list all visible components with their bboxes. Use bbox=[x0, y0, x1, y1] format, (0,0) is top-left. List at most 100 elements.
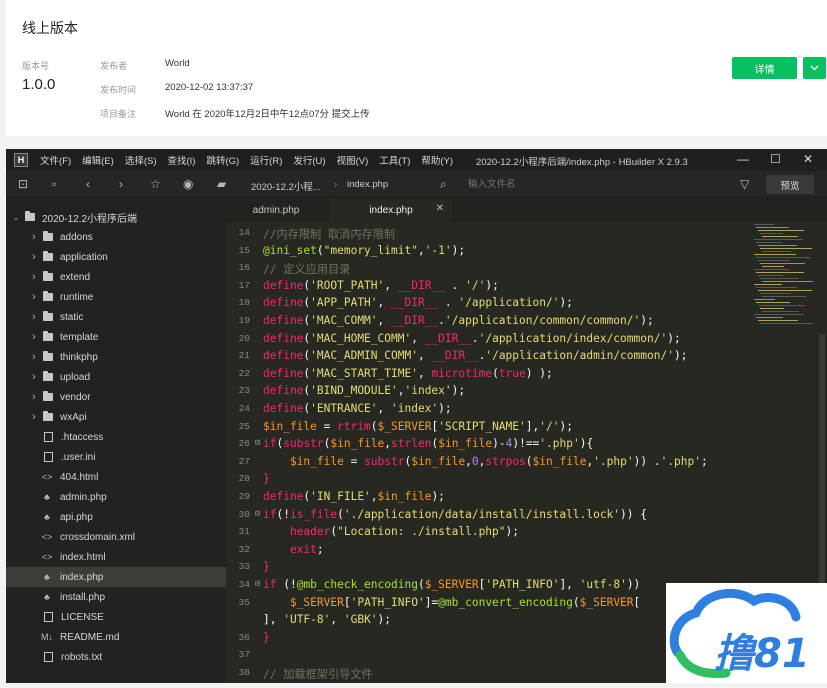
line-number: 31 bbox=[238, 526, 250, 538]
back-icon[interactable]: ‹ bbox=[86, 177, 90, 191]
code-token: '.php' bbox=[593, 454, 634, 468]
preview-button[interactable]: 预览 bbox=[766, 175, 814, 194]
code-token: 'index' bbox=[404, 384, 452, 398]
code-token: , bbox=[377, 402, 392, 415]
file-icon bbox=[44, 432, 53, 442]
line-number: 16 bbox=[238, 262, 250, 274]
fold-toggle-icon[interactable]: ⊟ bbox=[255, 509, 260, 519]
fold-toggle-icon[interactable]: ⊟ bbox=[255, 438, 260, 448]
file-item[interactable]: ♣ index.php bbox=[6, 567, 226, 587]
new-file-icon[interactable]: ⊡ bbox=[18, 177, 28, 191]
code-token: $in_file bbox=[263, 419, 317, 433]
folder-item[interactable]: › wxApi bbox=[6, 407, 226, 427]
chevron-down-icon: ⌄ bbox=[12, 212, 20, 222]
file-search-input[interactable] bbox=[462, 176, 732, 193]
filter-icon[interactable]: ▽ bbox=[740, 177, 749, 191]
file-item[interactable]: robots.txt bbox=[6, 647, 226, 667]
folder-icon bbox=[43, 251, 53, 261]
folder-item[interactable]: › runtime bbox=[6, 287, 226, 307]
folder-item[interactable]: › thinkphp bbox=[6, 347, 226, 367]
file-item[interactable]: .htaccess bbox=[6, 427, 226, 447]
line-number: 22 bbox=[238, 367, 250, 379]
minimap-line bbox=[760, 263, 805, 264]
file-item[interactable]: ♣ install.php bbox=[6, 587, 226, 607]
menu-file[interactable]: 文件(F) bbox=[40, 153, 71, 167]
folder-item[interactable]: › static bbox=[6, 307, 226, 327]
card-title: 线上版本 bbox=[22, 20, 78, 36]
run-icon[interactable]: ◉ bbox=[183, 177, 193, 191]
menu-tools[interactable]: 工具(T) bbox=[379, 153, 410, 167]
tree-item-label: index.html bbox=[60, 551, 106, 563]
menu-help[interactable]: 帮助(Y) bbox=[421, 153, 453, 167]
folder-item[interactable]: › vendor bbox=[6, 387, 226, 407]
file-item[interactable]: LICENSE bbox=[6, 607, 226, 627]
menu-run[interactable]: 运行(R) bbox=[250, 153, 282, 167]
project-name: 2020-12.2小程序后端 bbox=[42, 213, 138, 225]
file-item[interactable]: ♣ admin.php bbox=[6, 487, 226, 507]
breadcrumb-file[interactable]: index.php bbox=[347, 179, 388, 190]
menu-view[interactable]: 视图(V) bbox=[337, 153, 369, 167]
code-token: , bbox=[417, 349, 432, 363]
folder-item[interactable]: › template bbox=[6, 327, 226, 347]
menu-publish[interactable]: 发行(U) bbox=[293, 153, 325, 167]
code-token: microtime bbox=[431, 366, 493, 380]
menu-edit[interactable]: 编辑(E) bbox=[82, 153, 114, 167]
fold-toggle-icon[interactable]: ⊟ bbox=[255, 579, 260, 589]
code-token: [ bbox=[343, 595, 351, 609]
code-token: [ bbox=[633, 595, 641, 609]
code-token: 'IN_FILE' bbox=[310, 490, 371, 503]
menu-goto[interactable]: 跳转(G) bbox=[206, 153, 239, 167]
code-token: // 定义应用目录 bbox=[263, 263, 351, 277]
tab-label: index.php bbox=[369, 204, 413, 216]
forward-icon[interactable]: › bbox=[119, 177, 123, 191]
folder-item[interactable]: › application bbox=[6, 247, 226, 267]
code-token: )- bbox=[492, 437, 506, 451]
menu-bar: H 文件(F) 编辑(E) 选择(S) 查找(I) 跳转(G) 运行(R) 发行… bbox=[6, 149, 827, 171]
detail-dropdown-button[interactable] bbox=[803, 57, 826, 79]
code-token: define bbox=[263, 278, 304, 292]
file-item[interactable]: <> index.html bbox=[6, 547, 226, 567]
menu-find[interactable]: 查找(I) bbox=[167, 153, 195, 167]
star-icon[interactable]: ☆ bbox=[150, 177, 161, 191]
code-token: ; bbox=[700, 454, 708, 468]
detail-button[interactable]: 详情 bbox=[732, 57, 797, 79]
code-token: 'PATH_INFO' bbox=[485, 578, 560, 591]
code-token: define bbox=[263, 314, 304, 327]
line-number: 26 bbox=[238, 438, 250, 450]
code-token: , bbox=[377, 296, 392, 310]
cloud-logo-icon: 撸81 bbox=[669, 588, 810, 678]
save-icon[interactable]: ▫ bbox=[52, 177, 56, 191]
folder-item[interactable]: › addons bbox=[6, 227, 226, 247]
folder-item[interactable]: › upload bbox=[6, 367, 226, 387]
tree-item-label: application bbox=[60, 251, 108, 263]
file-item[interactable]: <> 404.html bbox=[6, 467, 226, 487]
menu-select[interactable]: 选择(S) bbox=[125, 153, 157, 167]
code-token: } bbox=[263, 560, 270, 574]
code-line: define('ROOT_PATH', __DIR__ . '/'); bbox=[263, 279, 499, 292]
code-line: if (!@mb_check_encoding($_SERVER['PATH_I… bbox=[263, 578, 640, 591]
tab-admin-php[interactable]: admin.php bbox=[226, 198, 326, 222]
tab-index-php[interactable]: index.php ✕ bbox=[330, 198, 452, 222]
code-token: './application/data/install/install.lock… bbox=[343, 507, 621, 521]
breadcrumb-project[interactable]: 2020-12.2小程... bbox=[251, 179, 321, 193]
line-number: 29 bbox=[238, 491, 250, 502]
folder-item[interactable]: › extend bbox=[6, 267, 226, 287]
code-token: 'SCRIPT_NAME' bbox=[438, 419, 526, 433]
minimap-line bbox=[756, 287, 797, 288]
file-item[interactable]: <> crossdomain.xml bbox=[6, 527, 226, 547]
minimap[interactable] bbox=[754, 224, 818, 334]
project-root[interactable]: ⌄ 2020-12.2小程序后端 bbox=[6, 207, 226, 227]
line-number: 15 bbox=[238, 244, 250, 256]
code-token: 'UTF-8' bbox=[283, 613, 331, 627]
file-item[interactable]: M↓ README.md bbox=[6, 627, 226, 647]
tab-close-icon[interactable]: ✕ bbox=[436, 203, 444, 214]
minimize-icon[interactable]: — bbox=[737, 152, 749, 166]
file-item[interactable]: ♣ api.php bbox=[6, 507, 226, 527]
file-item[interactable]: .user.ini bbox=[6, 447, 226, 467]
code-token: define bbox=[263, 331, 304, 345]
code-line: define('MAC_COMM', __DIR__.'/application… bbox=[263, 314, 654, 327]
maximize-icon[interactable]: ☐ bbox=[770, 152, 781, 166]
vertical-scrollbar[interactable] bbox=[819, 334, 825, 624]
close-icon[interactable]: ✕ bbox=[803, 152, 813, 166]
